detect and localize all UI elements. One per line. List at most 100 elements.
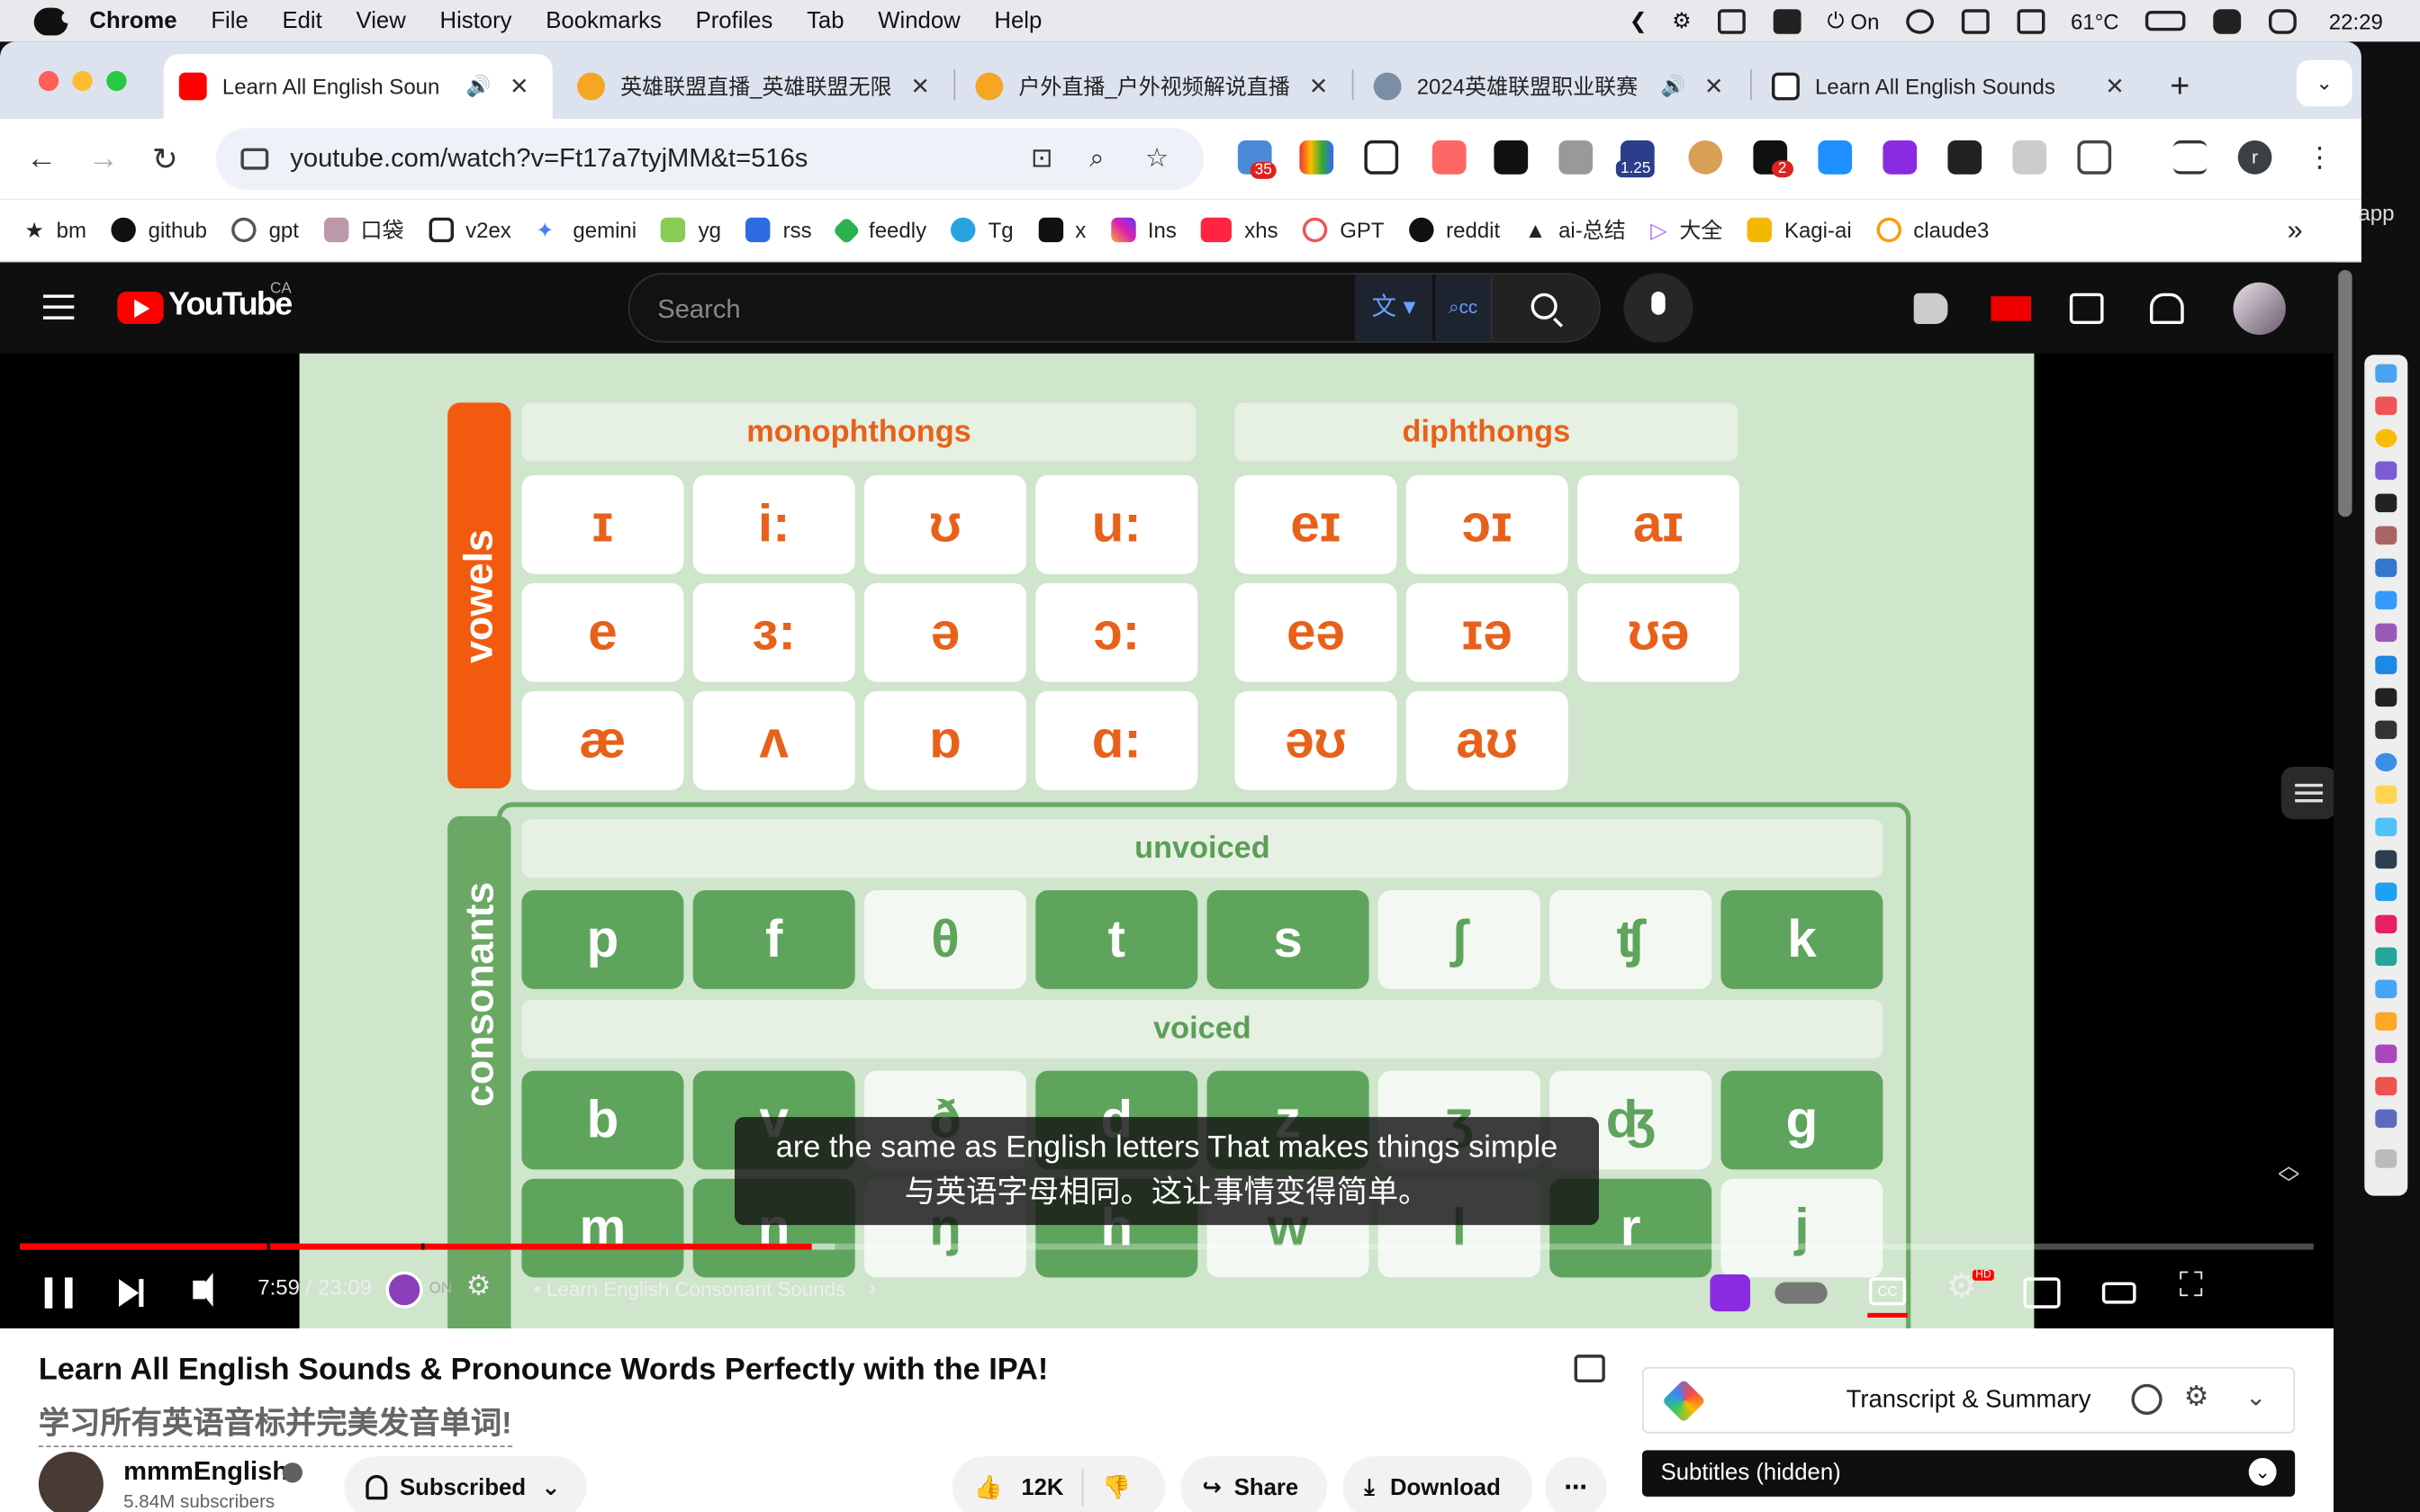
translate-icon[interactable]: 文 ▾ — [1355, 274, 1432, 341]
bookmark-ai-summary[interactable]: ▲ ai-总结 — [1525, 214, 1626, 245]
tab-lol-live[interactable]: 英雄联盟直播_英雄联盟无限 ✕ — [562, 54, 948, 119]
overlap-extension-icon[interactable] — [1431, 140, 1467, 175]
purple-play-extension-icon[interactable] — [1710, 1274, 1750, 1312]
bookmark-x[interactable]: x — [1038, 217, 1086, 243]
ghost-extension-icon[interactable] — [2012, 140, 2047, 175]
subtitles-cc-icon[interactable]: CC — [1869, 1277, 1907, 1306]
speaker-icon[interactable]: 🔊 — [1661, 74, 1686, 98]
close-tab-icon[interactable]: ✕ — [510, 73, 529, 100]
apple-icon[interactable] — [33, 6, 73, 35]
battery-icon[interactable] — [2145, 11, 2186, 32]
bookmark-daquan[interactable]: ▷ 大全 — [1650, 214, 1722, 245]
more-actions-button[interactable]: ⋯ — [1545, 1456, 1607, 1512]
gear-status-icon[interactable]: ⚙ — [1672, 8, 1692, 34]
colors-extension-icon[interactable] — [1299, 140, 1334, 175]
hamburger-menu-icon[interactable] — [43, 294, 75, 320]
notes-icon[interactable] — [1574, 1354, 1605, 1382]
url-text[interactable]: youtube.com/watch?v=Ft17a7tyjMM&t=516s — [290, 143, 808, 174]
finder-icon[interactable] — [2375, 364, 2397, 383]
subscribed-button[interactable]: Subscribed ⌄ — [344, 1456, 587, 1512]
forward-button[interactable]: → — [84, 141, 124, 176]
expand-chevron-icon[interactable]: ︿ ﹀ — [2278, 1154, 2299, 1194]
app-icon[interactable] — [2375, 1076, 2397, 1096]
app-icon[interactable] — [2375, 461, 2397, 481]
create-video-icon[interactable] — [2069, 292, 2104, 324]
app-icon[interactable] — [2375, 526, 2397, 545]
site-info-icon[interactable] — [240, 148, 269, 170]
bookmark-pocket[interactable]: 口袋 — [323, 214, 404, 245]
download-extension-icon[interactable] — [1558, 140, 1594, 175]
app-icon[interactable] — [2375, 850, 2397, 869]
bookmark-telegram[interactable]: Tg — [951, 217, 1014, 243]
bookmark-kagi[interactable]: Kagi-ai — [1747, 217, 1852, 243]
tag-icon[interactable] — [1913, 292, 1948, 324]
zoom-icon[interactable]: ⌕ — [1089, 143, 1104, 174]
terminal-icon[interactable] — [2375, 493, 2397, 513]
fullscreen-icon[interactable]: ⛶ — [2180, 1265, 2203, 1306]
close-tab-icon[interactable]: ✕ — [2105, 73, 2125, 100]
search-input[interactable]: Search — [657, 294, 740, 325]
launchpad-icon[interactable] — [2375, 396, 2397, 416]
puzzle-extensions-icon[interactable] — [2077, 140, 2112, 175]
miniplayer-icon[interactable] — [2023, 1277, 2061, 1309]
install-app-icon[interactable]: ⊡ — [1031, 143, 1052, 174]
zoom-window-button[interactable] — [106, 70, 127, 92]
profile-avatar[interactable]: r — [2237, 140, 2272, 175]
back-button[interactable]: ← — [22, 141, 62, 176]
media-controls-icon[interactable] — [2172, 140, 2208, 175]
subtitles-panel[interactable]: Subtitles (hidden) ⌄ — [1642, 1450, 2296, 1497]
progress-bar[interactable] — [20, 1243, 2314, 1250]
app-icon[interactable] — [2375, 1044, 2397, 1064]
bookmark-gpt[interactable]: gpt — [231, 217, 299, 243]
speaker-icon[interactable]: 🔊 — [466, 74, 492, 98]
cookie-extension-icon[interactable] — [1688, 140, 1723, 175]
chapter-title[interactable]: • Learn English Consonant Sounds — [534, 1277, 845, 1300]
transcript-summary-panel[interactable]: Transcript & Summary ⚙ ⌄ — [1642, 1366, 2296, 1434]
close-window-button[interactable] — [38, 70, 59, 92]
share-button[interactable]: ↪ Share — [1180, 1456, 1328, 1512]
tab-youtube-active[interactable]: Learn All English Soun 🔊 ✕ — [163, 54, 553, 119]
video-player[interactable]: vowels consonants monophthongs diphthong… — [0, 353, 2334, 1329]
chevron-left-icon[interactable]: ❮ — [1630, 8, 1648, 34]
power-icon[interactable]: ⏻ — [1828, 8, 1845, 34]
image-icon[interactable] — [1961, 8, 1990, 33]
menu-help[interactable]: Help — [994, 8, 1042, 34]
text-icon[interactable] — [2017, 8, 2045, 33]
close-tab-icon[interactable]: ✕ — [1309, 73, 1329, 100]
app-icon[interactable] — [2375, 558, 2397, 578]
chapter-chevron-icon[interactable]: › — [869, 1274, 876, 1299]
menu-profiles[interactable]: Profiles — [696, 8, 773, 34]
bookmark-star-icon[interactable]: ☆ — [1145, 143, 1169, 174]
app-icon[interactable] — [2375, 688, 2397, 707]
address-bar[interactable]: youtube.com/watch?v=Ft17a7tyjMM&t=516s ⊡… — [216, 128, 1205, 190]
bookmark-reddit[interactable]: reddit — [1408, 217, 1500, 243]
bookmark-feedly[interactable]: feedly — [832, 215, 926, 245]
channel-avatar[interactable] — [38, 1452, 104, 1512]
app-icon[interactable] — [2375, 720, 2397, 740]
channel-name[interactable]: mmmEnglish — [123, 1456, 288, 1487]
app-icon[interactable] — [2375, 623, 2397, 643]
panel-chevron-icon[interactable]: ⌄ — [2245, 1382, 2266, 1413]
bookmark-yg[interactable]: yg — [661, 217, 721, 243]
next-video-icon[interactable] — [119, 1279, 144, 1307]
voice-search-button[interactable] — [1623, 273, 1693, 343]
menu-window[interactable]: Window — [878, 8, 960, 34]
volume-icon[interactable] — [193, 1273, 213, 1308]
app-icon[interactable] — [2375, 817, 2397, 837]
markdown-extension-icon[interactable] — [1494, 140, 1529, 175]
bookmark-claude3[interactable]: claude3 — [1876, 217, 1989, 243]
kt-extension-icon[interactable] — [1818, 140, 1853, 175]
page-scrollbar[interactable] — [2338, 270, 2352, 518]
menu-history[interactable]: History — [440, 8, 512, 34]
bookmark-bm[interactable]: ★ bm — [24, 217, 86, 243]
vscode-icon[interactable] — [2375, 655, 2397, 675]
tab-lpl-2024[interactable]: 2024英雄联盟职业联赛 🔊 ✕ — [1359, 54, 1745, 119]
trash-icon[interactable] — [2375, 1149, 2397, 1168]
play-extension-icon[interactable] — [1883, 140, 1918, 175]
search-button[interactable] — [1491, 274, 1599, 341]
youtube-logo-icon[interactable] — [117, 292, 164, 324]
menu-app-name[interactable]: Chrome — [89, 8, 176, 34]
fan-icon[interactable] — [1773, 8, 1801, 33]
tab-outdoor-live[interactable]: 户外直播_户外视频解说直播 ✕ — [960, 54, 1346, 119]
app-icon[interactable] — [2375, 590, 2397, 610]
